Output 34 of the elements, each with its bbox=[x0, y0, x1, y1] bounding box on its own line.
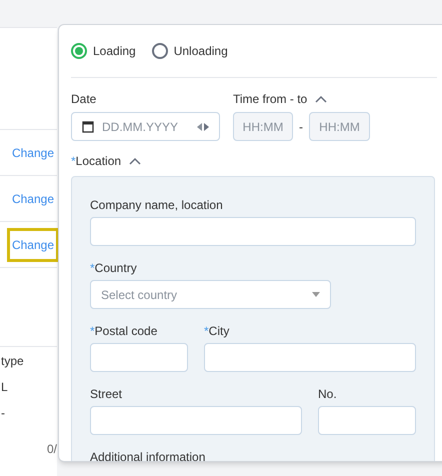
change-link[interactable]: Change bbox=[8, 230, 57, 260]
time-from-field[interactable]: HH:MM bbox=[233, 112, 293, 141]
field-label: Additional information bbox=[90, 449, 206, 461]
column-text: - bbox=[1, 405, 6, 421]
date-label: Date bbox=[71, 91, 98, 107]
country-select[interactable]: Select country bbox=[90, 280, 331, 309]
input-field[interactable] bbox=[90, 343, 188, 372]
stepper-arrows-icon[interactable] bbox=[197, 122, 209, 130]
field-label: *Postal code bbox=[90, 323, 158, 339]
field-label: *City bbox=[204, 323, 230, 339]
input-field[interactable] bbox=[90, 217, 416, 246]
chevron-up-icon[interactable] bbox=[315, 95, 328, 103]
calendar-icon bbox=[82, 120, 94, 133]
input-field[interactable] bbox=[90, 406, 302, 435]
stop-type-radio[interactable]: Unloading bbox=[152, 42, 228, 60]
date-field[interactable]: DD.MM.YYYY bbox=[71, 112, 220, 141]
column-text: L bbox=[1, 379, 9, 395]
input-field[interactable] bbox=[204, 343, 416, 372]
field-label: Company name, location bbox=[90, 197, 224, 213]
location-label: *Location bbox=[71, 153, 122, 169]
change-link[interactable]: Change bbox=[8, 138, 57, 168]
column-text: type bbox=[1, 353, 25, 369]
chevron-up-icon[interactable] bbox=[129, 157, 142, 165]
field-label: No. bbox=[318, 386, 338, 402]
time-to-field[interactable]: HH:MM bbox=[309, 112, 370, 141]
field-label: Street bbox=[90, 386, 124, 402]
time-label: Time from - to bbox=[233, 91, 308, 107]
change-link[interactable]: Change bbox=[8, 184, 57, 214]
stop-type-radio[interactable]: Loading bbox=[71, 42, 136, 60]
time-separator: - bbox=[299, 118, 303, 136]
dropdown-caret-icon bbox=[312, 292, 320, 297]
field-label: *Country bbox=[90, 260, 138, 276]
input-field[interactable] bbox=[318, 406, 416, 435]
character-counter: 0/ bbox=[46, 441, 57, 457]
